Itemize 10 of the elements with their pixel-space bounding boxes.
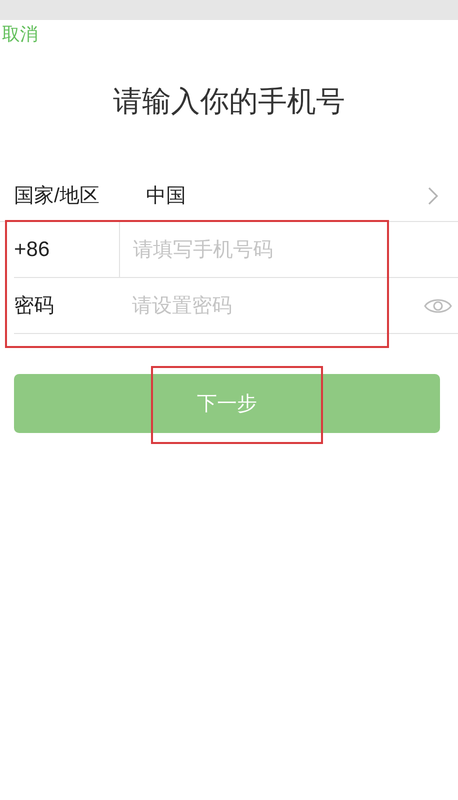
password-label: 密码 xyxy=(14,294,55,318)
region-value: 中国 xyxy=(146,184,187,208)
region-row[interactable]: 国家/地区 中国 xyxy=(0,170,458,222)
eye-icon[interactable] xyxy=(424,296,452,314)
page-title: 请输入你的手机号 xyxy=(113,85,345,120)
country-code[interactable]: +86 xyxy=(14,222,120,277)
phone-field[interactable]: 请填写手机号码 xyxy=(120,222,458,277)
password-field[interactable]: 请设置密码 xyxy=(132,290,424,320)
region-label: 国家/地区 xyxy=(14,184,101,208)
chevron-right-icon xyxy=(428,186,438,204)
